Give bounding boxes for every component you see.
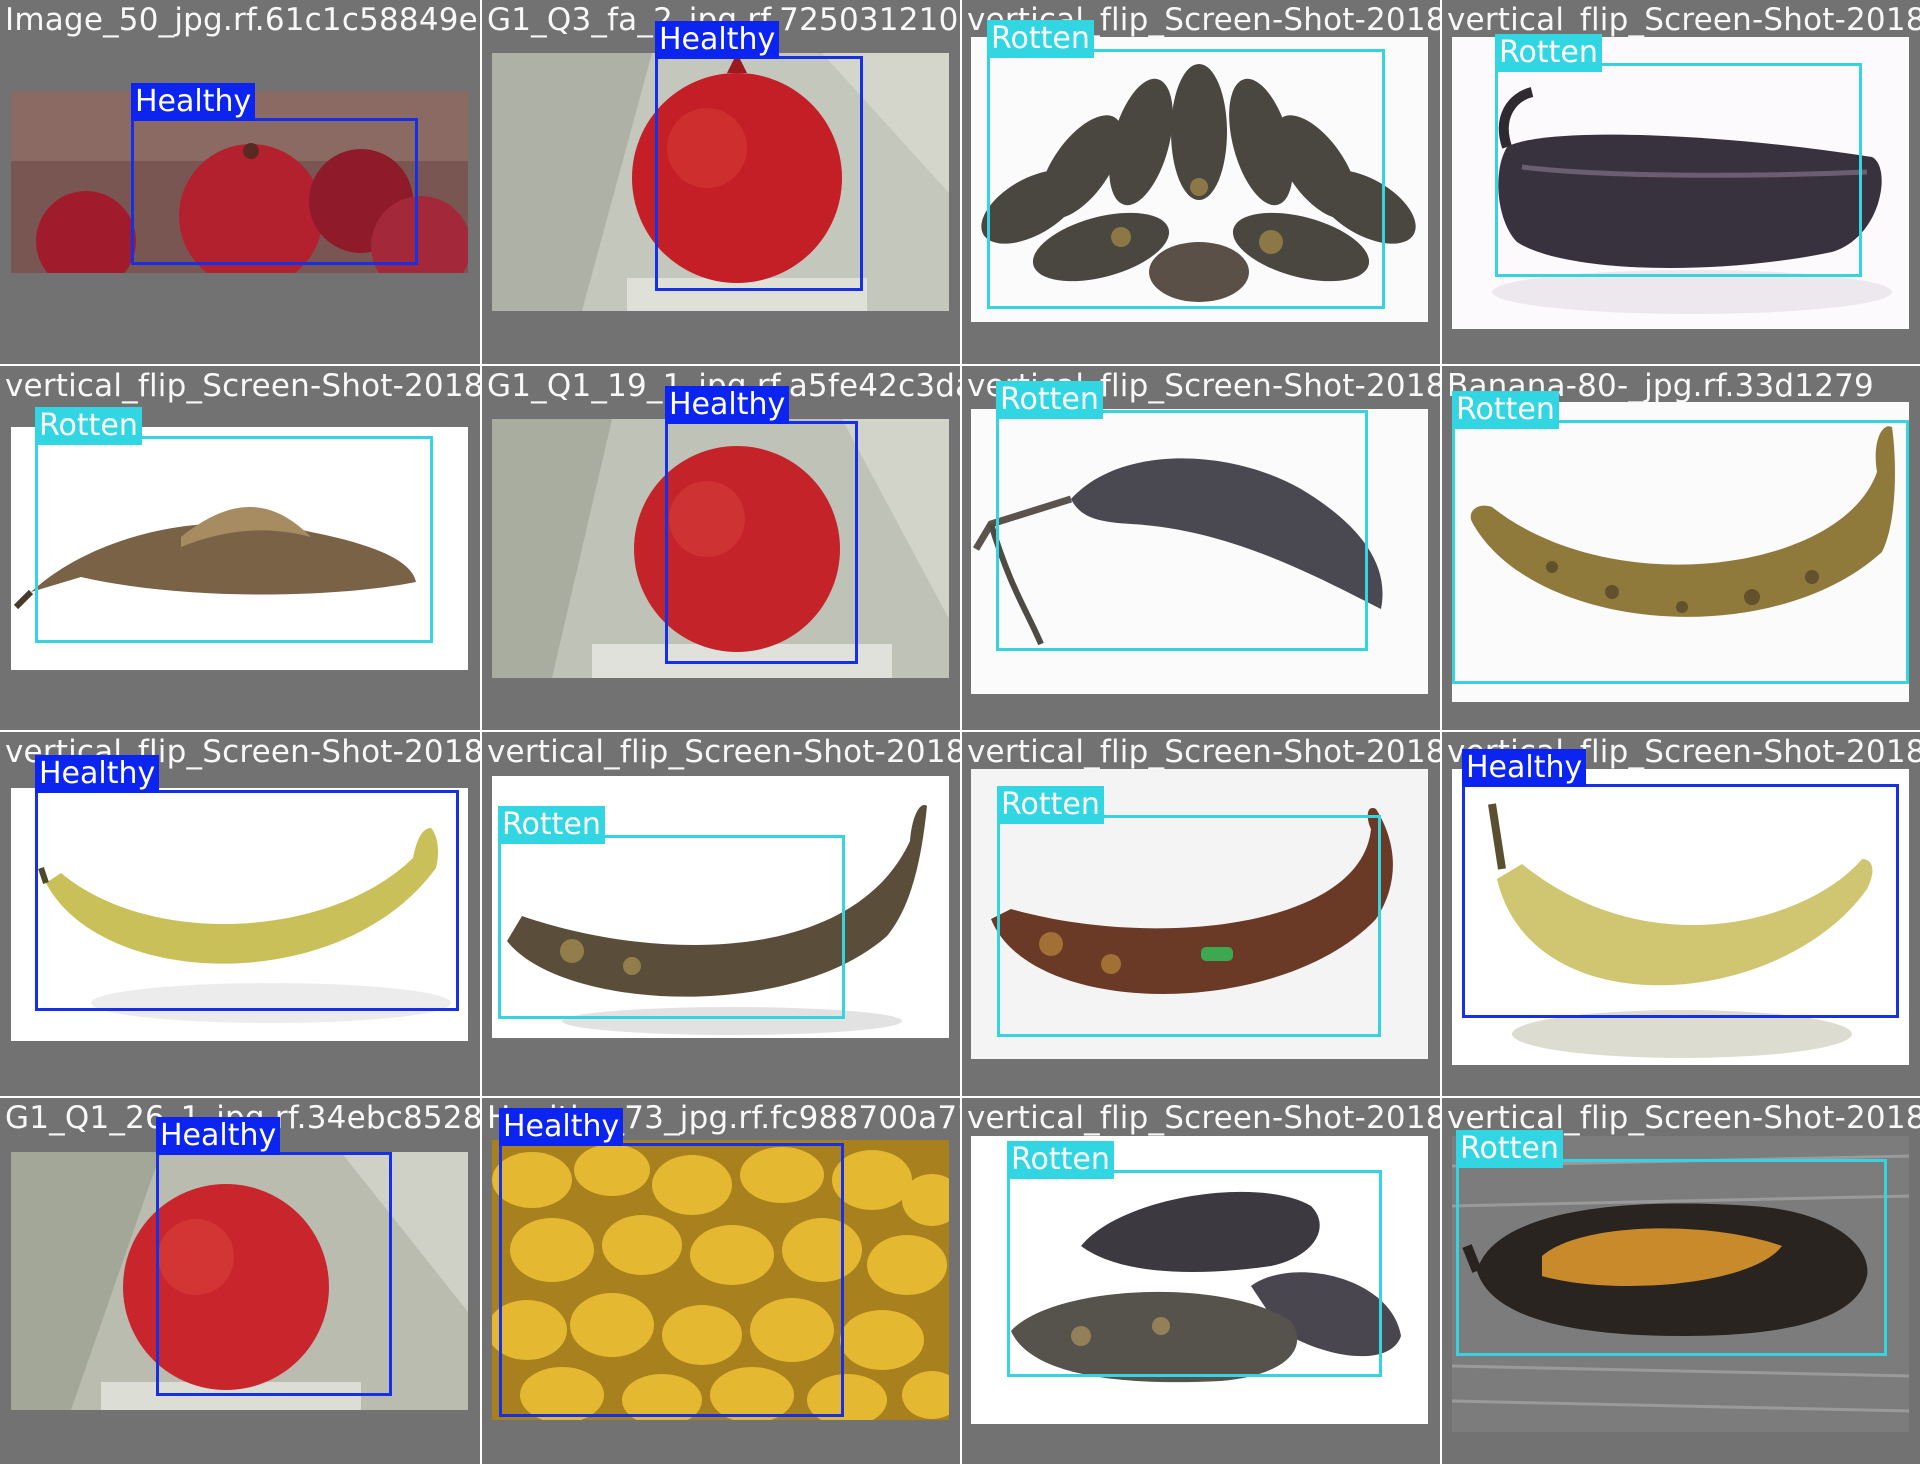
detection-label: Rotten [1452, 391, 1559, 429]
tile-7[interactable]: vertical_flip_Screen-Shot-2018-06-12- Ro… [962, 366, 1440, 730]
detection-box[interactable]: Rotten [1007, 1141, 1382, 1377]
tile-11[interactable]: vertical_flip_Screen-Shot-2018-06-12- Ro… [962, 732, 1440, 1096]
detection-box[interactable]: Rotten [1452, 391, 1909, 684]
tile-12[interactable]: vertical_flip_Screen-Shot-2018-0 Healthy [1442, 732, 1920, 1096]
tile-1[interactable]: Image_50_jpg.rf.61c1c58849e0 Healthy [0, 0, 480, 364]
tile-9[interactable]: vertical_flip_Screen-Shot-2018-06-12-at-… [0, 732, 480, 1096]
detection-box[interactable]: Healthy [665, 386, 858, 664]
tile-14[interactable]: Healthy_73_jpg.rf.fc988700a7742 Healthy [482, 1098, 960, 1464]
tile-filename: vertical_flip_Screen-Shot-2018-06-12- [967, 734, 1440, 770]
detection-mosaic: Image_50_jpg.rf.61c1c58849e0 Healthy G1_… [0, 0, 1920, 1464]
detection-box[interactable]: Healthy [655, 21, 863, 291]
detection-label: Healthy [665, 386, 790, 424]
tile-4[interactable]: vertical_flip_Screen-Shot-2018-0 Rotten [1442, 0, 1920, 364]
tile-6[interactable]: G1_Q1_19_1_jpg.rf.a5fe42c3dae Healthy [482, 366, 960, 730]
detection-box[interactable]: Rotten [1456, 1130, 1887, 1356]
detection-label: Healthy [655, 21, 780, 59]
detection-box[interactable]: Healthy [499, 1108, 844, 1417]
tile-13[interactable]: G1_Q1_26_1_jpg.rf.34ebc8528c Healthy [0, 1098, 480, 1464]
tile-15[interactable]: vertical_flip_Screen-Shot-2018-06- Rotte… [962, 1098, 1440, 1464]
tile-16[interactable]: vertical_flip_Screen-Shot-2018-0 Rotten [1442, 1098, 1920, 1464]
detection-label: Rotten [987, 20, 1094, 58]
tile-filename: Image_50_jpg.rf.61c1c58849e0 [5, 2, 480, 38]
detection-label: Rotten [1495, 34, 1602, 72]
detection-box[interactable]: Healthy [131, 83, 418, 265]
detection-label: Rotten [997, 786, 1104, 824]
detection-label: Rotten [1007, 1141, 1114, 1179]
detection-box[interactable]: Rotten [35, 407, 433, 643]
detection-label: Rotten [498, 806, 605, 844]
tile-filename: vertical_flip_Screen-Shot-2018-06-12-at- [5, 368, 480, 404]
tile-8[interactable]: Banana-80-_jpg.rf.33d1279 Rotten [1442, 366, 1920, 730]
detection-box[interactable]: Rotten [1495, 34, 1862, 277]
tile-filename: vertical_flip_Screen-Shot-2018-06- [967, 1100, 1440, 1136]
detection-box[interactable]: Healthy [1462, 749, 1899, 1018]
detection-box[interactable]: Rotten [987, 20, 1385, 309]
detection-label: Rotten [1456, 1130, 1563, 1168]
tile-filename: vertical_flip_Screen-Shot-2018-06-12-at- [487, 734, 960, 770]
detection-box[interactable]: Healthy [156, 1117, 392, 1396]
detection-box[interactable]: Rotten [498, 806, 845, 1019]
tile-3[interactable]: vertical_flip_Screen-Shot-2018-06- [962, 0, 1440, 364]
tile-5[interactable]: vertical_flip_Screen-Shot-2018-06-12-at-… [0, 366, 480, 730]
tile-10[interactable]: vertical_flip_Screen-Shot-2018-06-12-at-… [482, 732, 960, 1096]
detection-box[interactable]: Healthy [35, 755, 459, 1011]
detection-box[interactable]: Rotten [997, 786, 1381, 1037]
detection-label: Healthy [1462, 749, 1587, 787]
detection-label: Healthy [499, 1108, 624, 1146]
detection-label: Rotten [996, 381, 1103, 419]
detection-label: Healthy [35, 755, 160, 793]
detection-label: Rotten [35, 407, 142, 445]
tile-2[interactable]: G1_Q3_fa_2_jpg.rf.725031210 Healthy [482, 0, 960, 364]
detection-box[interactable]: Rotten [996, 381, 1368, 651]
detection-label: Healthy [131, 83, 256, 121]
detection-label: Healthy [156, 1117, 281, 1155]
